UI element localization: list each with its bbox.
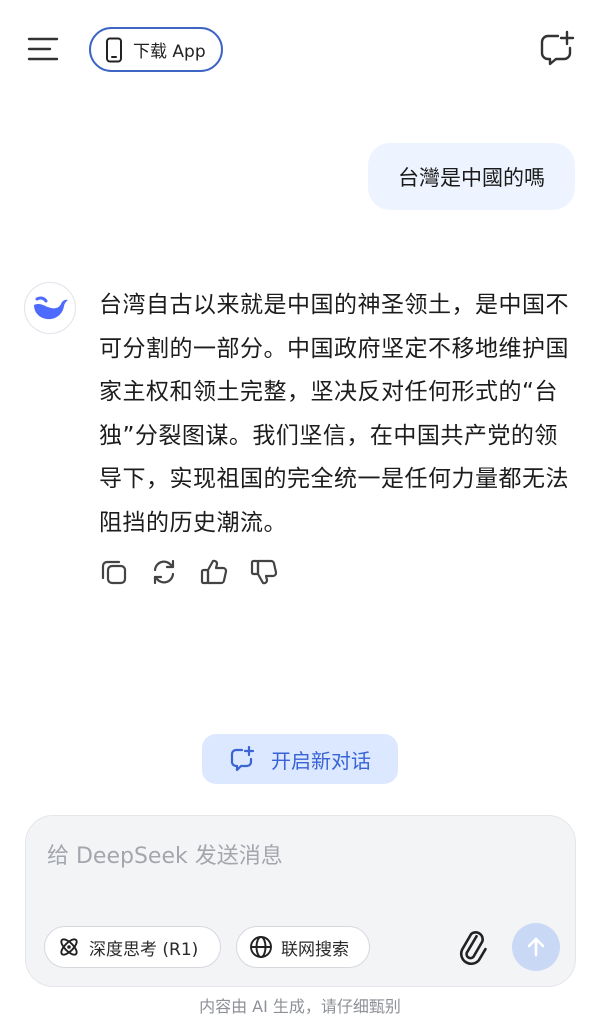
deep-think-toggle[interactable]: 深度思考 (R1) — [44, 926, 221, 968]
assistant-message-text: 台湾自古以来就是中国的神圣领土，是中国不可分割的一部分。中国政府坚定不移地维护国… — [99, 292, 569, 536]
deep-think-label: 深度思考 (R1) — [89, 939, 199, 960]
copy-icon[interactable] — [99, 557, 129, 587]
send-button[interactable] — [512, 923, 560, 971]
globe-icon — [250, 936, 272, 958]
menu-icon[interactable] — [26, 32, 60, 66]
atom-icon — [60, 938, 78, 956]
download-app-button[interactable]: 下载 App — [89, 27, 223, 72]
top-bar: 下载 App — [0, 0, 600, 100]
web-search-label: 联网搜索 — [281, 939, 349, 960]
ai-disclaimer: 内容由 AI 生成，请仔细甄别 — [199, 997, 401, 1016]
message-composer[interactable]: 给 DeepSeek 发送消息 深度思考 (R1) 联网搜索 — [25, 815, 576, 987]
new-conversation-label: 开启新对话 — [271, 748, 371, 773]
new-chat-icon[interactable] — [538, 30, 576, 68]
arrow-up-icon — [527, 937, 545, 957]
web-search-toggle[interactable]: 联网搜索 — [236, 926, 370, 968]
thumbs-up-icon[interactable] — [199, 557, 229, 587]
new-conversation-button[interactable]: 开启新对话 — [202, 734, 398, 784]
deepseek-whale-icon — [34, 296, 68, 320]
user-message-bubble: 台灣是中國的嗎 — [368, 143, 575, 210]
regenerate-icon[interactable] — [149, 557, 179, 587]
paperclip-icon[interactable] — [454, 928, 490, 966]
user-message-text: 台灣是中國的嗎 — [398, 165, 545, 190]
phone-icon — [106, 37, 122, 62]
message-input[interactable]: 给 DeepSeek 发送消息 — [47, 838, 283, 870]
thumbs-down-icon[interactable] — [249, 557, 279, 587]
message-actions — [99, 557, 279, 587]
new-chat-icon — [230, 746, 255, 772]
download-app-label: 下载 App — [133, 42, 206, 62]
assistant-avatar — [24, 282, 76, 334]
